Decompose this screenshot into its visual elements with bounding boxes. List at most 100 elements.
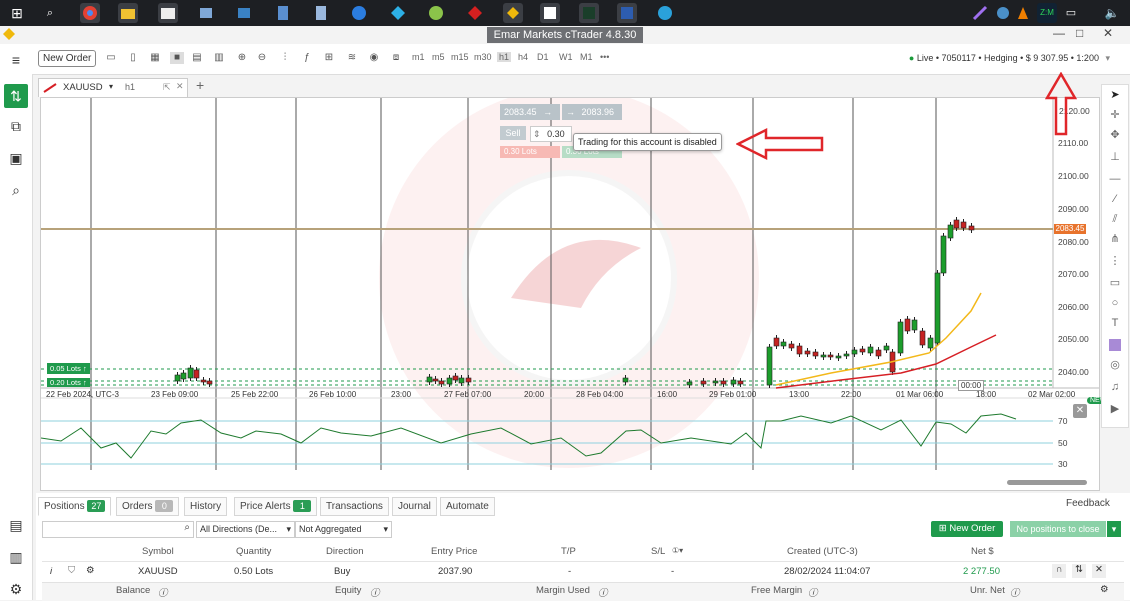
text-icon[interactable]: T xyxy=(1109,317,1121,329)
tab-price-alerts[interactable]: Price Alerts 1 xyxy=(234,497,318,516)
summary-info-icon[interactable]: ⓘ xyxy=(808,585,818,599)
pitchfork-icon[interactable]: ⋔ xyxy=(1109,233,1121,245)
timeframe-w1[interactable]: W1 xyxy=(559,52,573,62)
timeframe-m30[interactable]: m30 xyxy=(474,52,492,62)
tray-vlc-icon[interactable] xyxy=(1013,3,1033,23)
chart-mode-icon[interactable]: ▭ xyxy=(104,52,118,64)
tab-automate[interactable]: Automate xyxy=(440,497,495,516)
app-icon-11[interactable] xyxy=(465,3,485,23)
store-icon[interactable]: ▤ xyxy=(8,517,24,533)
table-row[interactable]: i ⛉ ⚙ XAUUSD 0.50 Lots Buy 2037.90 - - 2… xyxy=(42,563,1124,581)
headphones-icon[interactable]: ∩ xyxy=(1052,564,1066,578)
layers-icon[interactable]: ≋ xyxy=(345,52,359,64)
menu-icon[interactable]: ≡ xyxy=(8,52,24,68)
more-timeframes-button[interactable]: ••• xyxy=(600,52,609,62)
line-icon[interactable]: — xyxy=(1109,173,1121,185)
position-lots-label-2[interactable]: 0.20 Lots ↑ xyxy=(47,378,90,387)
tab-journal[interactable]: Journal xyxy=(392,497,437,516)
summary-info-icon[interactable]: ⓘ xyxy=(370,585,380,599)
tray-zm-icon[interactable]: Z:M xyxy=(1037,3,1057,23)
app-icon-15[interactable] xyxy=(617,3,637,23)
search-input[interactable]: ⌕ xyxy=(42,521,194,538)
app-icon-5[interactable] xyxy=(234,3,254,23)
close-positions-button[interactable]: No positions to close xyxy=(1010,521,1106,537)
windows-start-icon[interactable]: ⊞ xyxy=(7,3,27,23)
sell-label[interactable]: Sell xyxy=(500,126,526,140)
layout-quad-icon[interactable]: ▦ xyxy=(148,52,162,64)
account-info[interactable]: ● Live • 7050117 • Hedging • $ 9 307.95 … xyxy=(909,53,1110,64)
close-positions-dropdown[interactable]: ▾ xyxy=(1107,521,1121,537)
aggregate-filter-select[interactable]: Not Aggregated ▾ xyxy=(295,521,392,538)
zoom-in-icon[interactable]: ⊕ xyxy=(235,52,249,64)
col-net[interactable]: Net $ xyxy=(971,546,994,557)
camera-icon[interactable]: ◎ xyxy=(1109,359,1121,371)
wallet-icon[interactable]: ▥ xyxy=(8,549,24,565)
tab-positions[interactable]: Positions 27 xyxy=(38,497,112,516)
crosshair-icon[interactable]: ✛ xyxy=(1109,109,1121,121)
robot-icon[interactable]: ▣ xyxy=(8,150,24,166)
chrome-icon[interactable] xyxy=(80,3,100,23)
app-icon-14[interactable] xyxy=(579,3,599,23)
chart-template-icon[interactable]: ▯ xyxy=(126,52,140,64)
timeframe-m5[interactable]: m5 xyxy=(432,52,445,62)
network-icon[interactable]: ▭ xyxy=(1061,3,1081,23)
info-icon[interactable]: i xyxy=(50,566,52,577)
tab-transactions[interactable]: Transactions xyxy=(320,497,389,516)
terminal-icon[interactable] xyxy=(158,3,178,23)
eye-icon[interactable]: ◉ xyxy=(367,52,381,64)
quantity-stepper[interactable]: ⇕ 0.30 xyxy=(530,126,572,142)
col-symbol[interactable]: Symbol xyxy=(142,546,174,557)
analyze-icon[interactable]: ⌕ xyxy=(8,182,24,198)
fibonacci-icon[interactable]: ⋮ xyxy=(1109,255,1121,267)
summary-info-icon[interactable]: ⓘ xyxy=(1010,585,1020,599)
horizontal-line-icon[interactable]: ⊥ xyxy=(1109,151,1121,163)
channel-icon[interactable]: ⫽ xyxy=(1109,213,1121,225)
sort-badge-icon[interactable]: ①▾ xyxy=(672,546,683,555)
reverse-icon[interactable]: ⇅ xyxy=(1072,564,1086,578)
trend-line-icon[interactable]: ⁄ xyxy=(1109,193,1121,205)
shield-icon[interactable]: ⛉ xyxy=(68,565,75,576)
col-direction[interactable]: Direction xyxy=(326,546,364,557)
chart-tab-xauusd[interactable]: XAUUSD ▾ h1 ⇱ ✕ xyxy=(38,78,188,97)
chevron-down-icon[interactable]: ▾ xyxy=(109,82,113,91)
app-icon-4[interactable] xyxy=(196,3,216,23)
drawings-icon[interactable]: ⊞ xyxy=(322,52,336,64)
col-created[interactable]: Created (UTC-3) xyxy=(787,546,858,557)
app-icon-9[interactable] xyxy=(388,3,408,23)
layout-single-icon[interactable]: ■ xyxy=(170,52,184,64)
play-icon[interactable]: ▶ xyxy=(1109,403,1121,415)
close-indicator-icon[interactable]: ✕ xyxy=(1073,404,1087,418)
timeframe-h1[interactable]: h1 xyxy=(497,52,512,62)
new-order-button[interactable]: New Order xyxy=(38,50,97,67)
cursor-icon[interactable]: ➤ xyxy=(1109,89,1121,101)
screenshot-icon[interactable]: ⧈ xyxy=(389,52,403,64)
summary-info-icon[interactable]: ⓘ xyxy=(598,585,608,599)
chart-tab-timeframe[interactable]: h1 xyxy=(125,82,135,92)
close-position-icon[interactable]: ✕ xyxy=(1092,564,1106,578)
search-taskbar-icon[interactable]: ⌕ xyxy=(40,3,60,23)
col-sl[interactable]: S/L xyxy=(651,546,665,557)
chart-scrollbar[interactable] xyxy=(1007,480,1087,485)
binance-icon[interactable] xyxy=(503,3,523,23)
tray-pen-icon[interactable] xyxy=(970,3,990,23)
stepper-arrows-icon[interactable]: ⇕ xyxy=(533,129,541,139)
add-tab-icon[interactable]: + xyxy=(196,77,204,93)
tab-history[interactable]: History xyxy=(184,497,228,516)
chart-type-icon[interactable]: ⫶ xyxy=(278,52,292,64)
trade-icon[interactable]: ⇅ xyxy=(4,84,28,108)
color-swatch-icon[interactable] xyxy=(1109,339,1121,351)
col-entry-price[interactable]: Entry Price xyxy=(431,546,477,557)
panel-new-order-button[interactable]: ⊞ New Order xyxy=(931,521,1003,537)
rectangle-icon[interactable]: ▭ xyxy=(1109,277,1121,289)
position-lots-label-1[interactable]: 0.05 Lots ↑ xyxy=(47,363,90,374)
app-icon-13[interactable] xyxy=(540,3,560,23)
maximize-icon[interactable]: □ xyxy=(1076,26,1083,40)
summary-info-icon[interactable]: ⓘ xyxy=(158,585,168,599)
feedback-button[interactable]: Feedback xyxy=(1066,498,1110,509)
timeframe-m15[interactable]: m15 xyxy=(451,52,469,62)
timeframe-h4[interactable]: h4 xyxy=(518,52,528,62)
tray-globe-icon[interactable] xyxy=(993,3,1013,23)
zoom-out-icon[interactable]: ⊖ xyxy=(255,52,269,64)
calculator-icon[interactable] xyxy=(273,3,293,23)
layout-grid-icon[interactable]: ▤ xyxy=(190,52,204,64)
